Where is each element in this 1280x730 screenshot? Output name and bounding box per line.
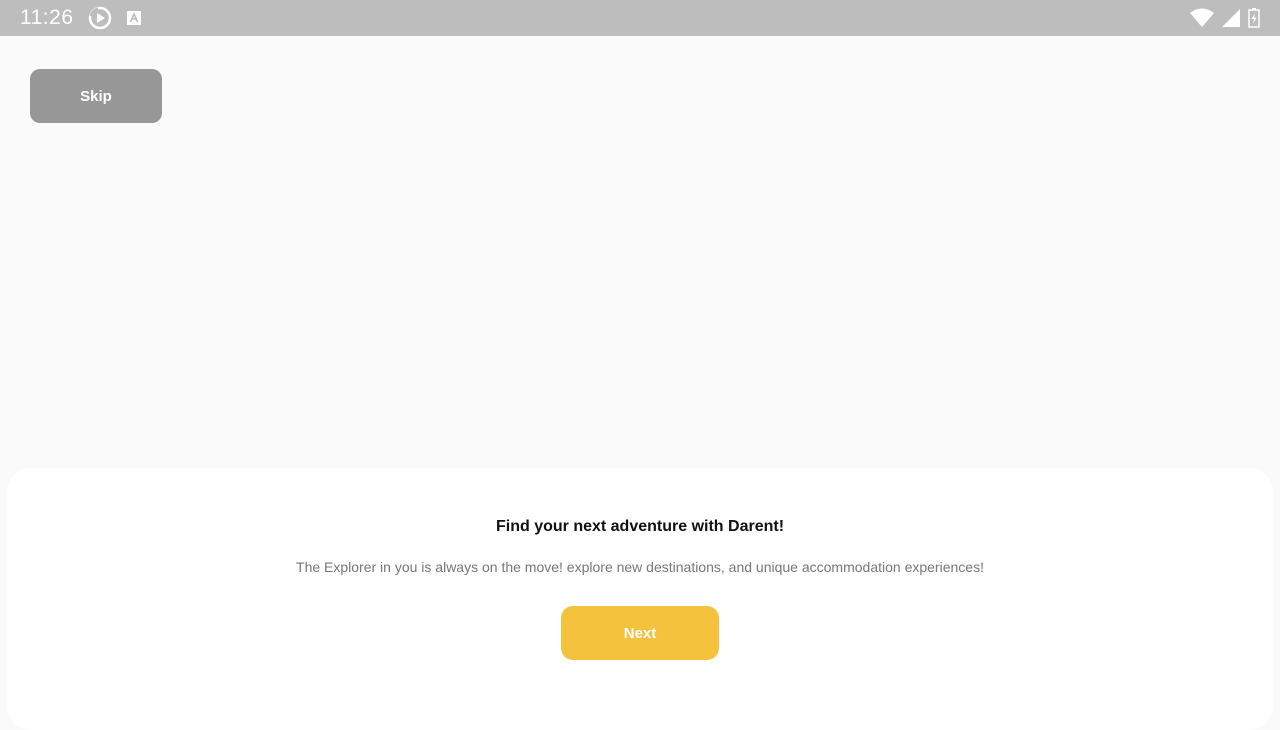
cellular-signal-icon bbox=[1222, 9, 1240, 27]
battery-charging-icon bbox=[1248, 8, 1260, 28]
status-left-group: 11:26 bbox=[20, 6, 142, 30]
media-player-icon bbox=[88, 6, 112, 30]
skip-button[interactable]: Skip bbox=[30, 69, 162, 123]
status-right-group bbox=[1190, 8, 1260, 28]
status-bar: 11:26 bbox=[0, 0, 1280, 36]
text-a-icon bbox=[126, 10, 142, 26]
onboarding-title: Find your next adventure with Darent! bbox=[495, 518, 785, 535]
wifi-icon bbox=[1190, 8, 1214, 28]
onboarding-card: Find your next adventure with Darent! Th… bbox=[7, 468, 1273, 730]
onboarding-description: The Explorer in you is always on the mov… bbox=[296, 559, 984, 575]
next-button[interactable]: Next bbox=[561, 606, 719, 660]
status-time: 11:26 bbox=[20, 6, 74, 29]
